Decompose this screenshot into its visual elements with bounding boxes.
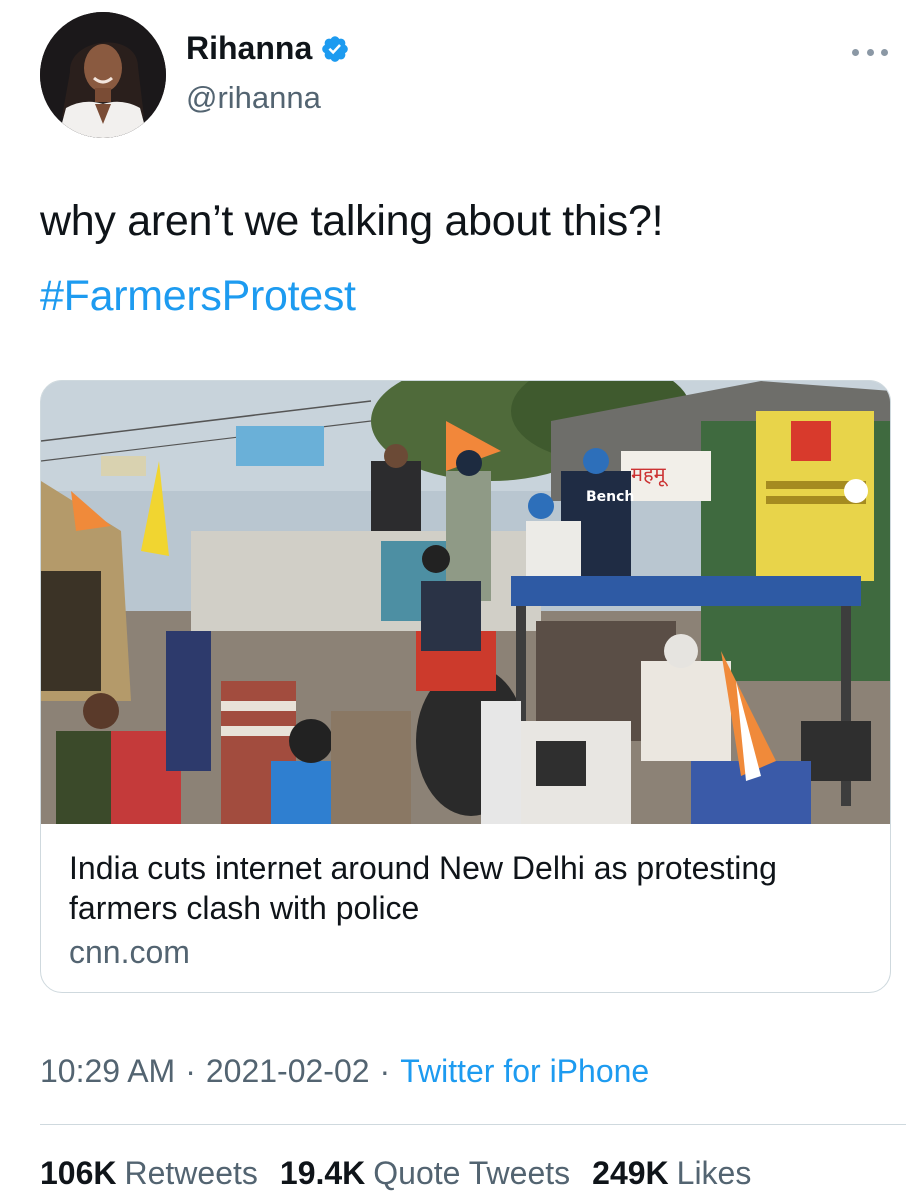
banner-text: महमू: [631, 462, 669, 487]
avatar[interactable]: [40, 12, 166, 138]
author-name-row[interactable]: Rihanna: [186, 30, 350, 67]
meta-separator: ·: [379, 1053, 391, 1089]
likes-stat[interactable]: 249K Likes: [592, 1155, 751, 1192]
tweet-detail: Rihanna @rihanna why aren’t we talking a…: [0, 0, 906, 1200]
avatar-photo: [40, 12, 166, 138]
tweet-text: why aren’t we talking about this?!: [40, 197, 664, 245]
more-dot-icon: [881, 48, 888, 56]
retweets-label: Retweets: [124, 1155, 258, 1191]
likes-label: Likes: [676, 1155, 752, 1191]
hashtag-link[interactable]: #FarmersProtest: [40, 272, 356, 321]
link-preview-card[interactable]: महमू Bench India cuts internet around Ne…: [40, 380, 891, 993]
image-shirt-text: Bench: [586, 489, 634, 505]
card-domain: cnn.com: [69, 934, 190, 970]
quote-tweets-stat[interactable]: 19.4K Quote Tweets: [280, 1155, 570, 1192]
protest-photo: महमू Bench: [41, 381, 890, 824]
card-title: India cuts internet around New Delhi as …: [69, 850, 777, 926]
divider: [40, 1124, 906, 1125]
retweets-count: 106K: [40, 1155, 117, 1191]
meta-separator: ·: [185, 1053, 196, 1089]
tweet-source-link[interactable]: Twitter for iPhone: [400, 1053, 649, 1089]
engagement-stats: 106K Retweets 19.4K Quote Tweets 249K Likes: [40, 1155, 751, 1192]
more-options-button[interactable]: [852, 40, 888, 64]
likes-count: 249K: [592, 1155, 669, 1191]
tweet-date[interactable]: 2021-02-02: [206, 1053, 370, 1089]
verified-badge-icon: [320, 34, 350, 64]
card-body: India cuts internet around New Delhi as …: [69, 848, 870, 971]
retweets-stat[interactable]: 106K Retweets: [40, 1155, 258, 1192]
quote-tweets-label: Quote Tweets: [373, 1155, 571, 1191]
quote-tweets-count: 19.4K: [279, 1155, 366, 1191]
more-dot-icon: [852, 48, 859, 56]
display-name[interactable]: Rihanna: [186, 30, 312, 67]
tweet-meta: 10:29 AM · 2021-02-02 · Twitter for iPhone: [40, 1053, 649, 1090]
more-dot-icon: [866, 48, 874, 56]
tweet-time[interactable]: 10:29 AM: [40, 1053, 175, 1089]
card-image: महमू Bench: [41, 381, 890, 824]
author-handle[interactable]: @rihanna: [186, 80, 321, 116]
